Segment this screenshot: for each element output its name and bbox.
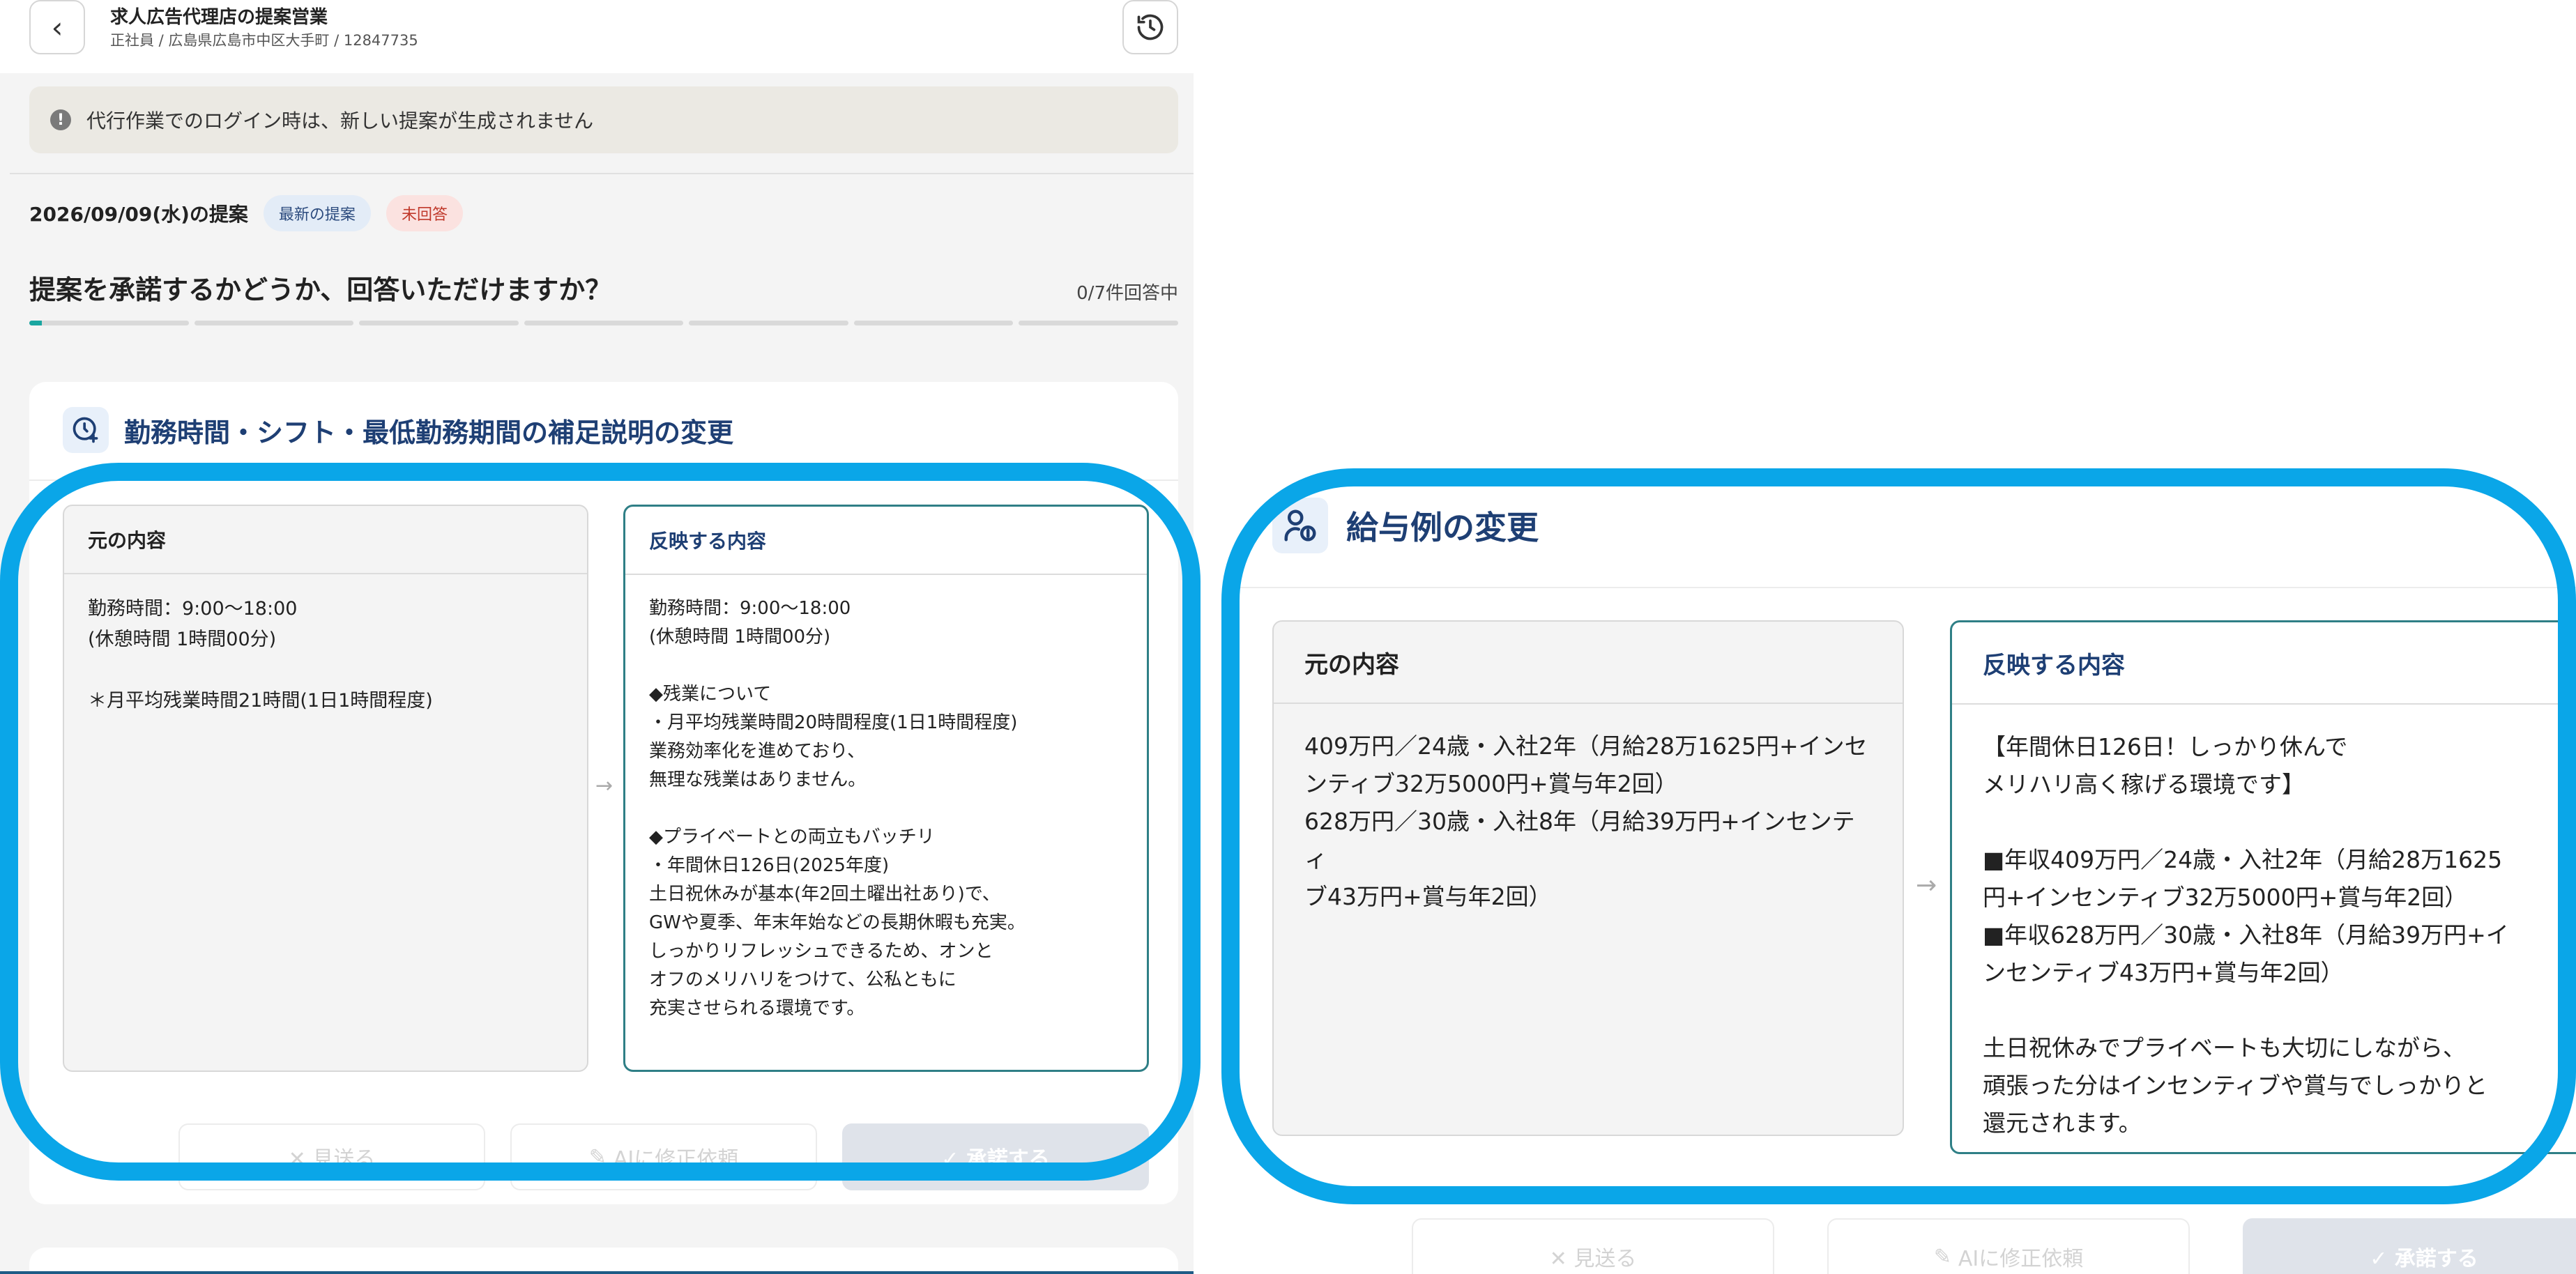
reflected-label: 反映する内容 [1952, 622, 2576, 705]
original-label: 元の内容 [1274, 622, 1903, 704]
bottom-border [0, 1271, 1194, 1274]
progress-segment [689, 321, 848, 325]
progress-segment [853, 321, 1014, 325]
progress-segment [524, 321, 684, 325]
top-bar: ‹ 求人広告代理店の提案営業 正社員 / 広島県広島市中区大手町 / 12847… [0, 0, 1194, 73]
money-person-icon [1272, 498, 1328, 553]
history-button[interactable] [1122, 0, 1178, 54]
skip-button[interactable]: ✕ 見送る [178, 1123, 485, 1190]
reflected-text: 勤務時間：9:00〜18:00 (休憩時間 1時間00分) ◆残業について ・月… [649, 598, 1026, 1019]
ai-fix-button[interactable]: ✎ AIに修正依頼 [1827, 1218, 2190, 1274]
progress-segment [1019, 321, 1179, 325]
divider [10, 173, 1194, 174]
original-label: 元の内容 [64, 506, 587, 574]
job-title: 求人広告代理店の提案営業 [110, 7, 328, 28]
ai-fix-label: AIに修正依頼 [1958, 1247, 2084, 1271]
original-text: 409万円／24歳・入社2年（月給28万1625円+インセ ンティブ32万500… [1304, 732, 1868, 910]
back-button[interactable]: ‹ [29, 0, 85, 54]
arrow-right-icon: → [1916, 871, 1937, 900]
skip-button[interactable]: ✕ 見送る [1412, 1218, 1774, 1274]
reflected-content-box: 反映する内容 【年間休日126日！しっかり休んで メリハリ高く稼げる環境です】 … [1950, 620, 2576, 1154]
reflected-content-box: 反映する内容 勤務時間：9:00〜18:00 (休憩時間 1時間00分) ◆残業… [623, 505, 1149, 1072]
reflected-text: 【年間休日126日！しっかり休んで メリハリ高く稼げる環境です】 ■年収409万… [1983, 733, 2509, 1137]
card-divider [1230, 587, 2576, 588]
history-icon [1137, 14, 1164, 40]
latest-badge: 最新の提案 [263, 195, 371, 231]
info-icon: ! [50, 109, 71, 130]
clock-plus-icon [63, 407, 109, 453]
ai-fix-label: AIに修正依頼 [613, 1147, 739, 1172]
original-content-box: 元の内容 409万円／24歳・入社2年（月給28万1625円+インセ ンティブ3… [1272, 620, 1904, 1136]
unanswered-badge: 未回答 [386, 195, 463, 231]
reflected-label: 反映する内容 [625, 507, 1147, 575]
original-content-box: 元の内容 勤務時間：9:00〜18:00 (休憩時間 1時間00分) ＊月平均残… [63, 505, 588, 1072]
question-heading: 提案を承諾するかどうか、回答いただけますか？ [29, 275, 612, 305]
progress-segment [359, 321, 519, 325]
pencil-sparkle-icon: ✎ [588, 1144, 607, 1169]
arrow-right-icon: → [595, 774, 613, 798]
pencil-sparkle-icon: ✎ [1933, 1244, 1951, 1269]
card-header: 勤務時間・シフト・最低勤務期間の補足説明の変更 [63, 407, 733, 453]
proposal-date: 2026/09/09(水)の提案 [29, 203, 248, 226]
progress-segment [194, 321, 354, 325]
job-subtitle: 正社員 / 広島県広島市中区大手町 / 12847735 [110, 32, 418, 49]
original-text: 勤務時間：9:00〜18:00 (休憩時間 1時間00分) ＊月平均残業時間21… [88, 598, 433, 712]
right-panel: 給与例の変更 元の内容 409万円／24歳・入社2年（月給28万1625円+イン… [1230, 468, 2576, 1274]
ai-fix-button[interactable]: ✎ AIに修正依頼 [510, 1123, 817, 1190]
answer-count: 0/7件回答中 [1076, 283, 1178, 304]
card-actions: ✕ 見送る ✎ AIに修正依頼 ✓ 承諾する [178, 1123, 1149, 1190]
card-header: 給与例の変更 [1272, 498, 1539, 553]
answer-progress [29, 321, 1179, 325]
notice-banner: ! 代行作業でのログイン時は、新しい提案が生成されません [29, 86, 1178, 153]
proposal-meta: 2026/09/09(水)の提案 最新の提案 未回答 [29, 195, 463, 231]
card-title: 給与例の変更 [1346, 509, 1539, 546]
card-actions: ✕ 見送る ✎ AIに修正依頼 ✓ 承諾する [1412, 1218, 2576, 1274]
accept-button[interactable]: ✓ 承諾する [2243, 1218, 2576, 1274]
notice-text: 代行作業でのログイン時は、新しい提案が生成されません [86, 109, 594, 132]
proposal-card-work-hours: 勤務時間・シフト・最低勤務期間の補足説明の変更 元の内容 勤務時間：9:00〜1… [29, 382, 1178, 1204]
chevron-left-icon: ‹ [51, 10, 63, 45]
progress-segment [29, 321, 189, 325]
card-divider [29, 479, 1178, 481]
left-panel: ‹ 求人広告代理店の提案営業 正社員 / 広島県広島市中区大手町 / 12847… [0, 0, 1194, 1274]
next-card-peek [29, 1248, 1178, 1274]
card-title: 勤務時間・シフト・最低勤務期間の補足説明の変更 [124, 417, 734, 448]
accept-button[interactable]: ✓ 承諾する [842, 1123, 1149, 1190]
